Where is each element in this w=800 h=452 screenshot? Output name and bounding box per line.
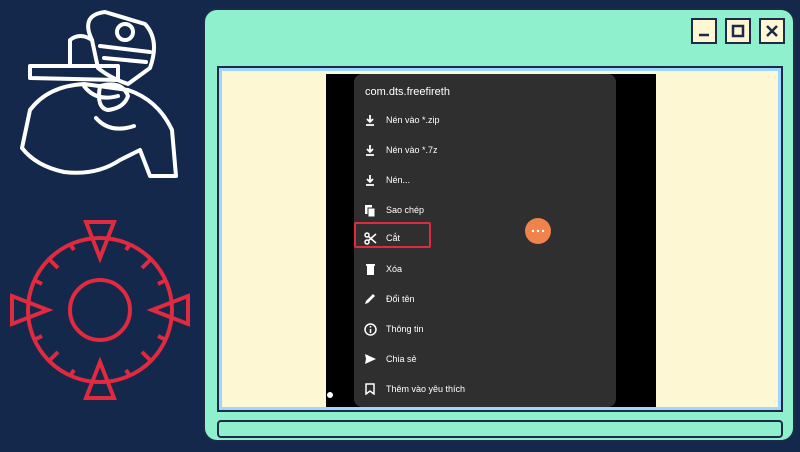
menu-item-compress-zip[interactable]: Nén vào *.zip [354, 106, 616, 134]
status-bar [217, 420, 783, 438]
close-button[interactable] [759, 18, 785, 44]
menu-item-label: Nén... [386, 175, 411, 185]
download-icon [366, 115, 374, 126]
menu-item-share[interactable]: Chia sẻ [354, 345, 616, 373]
video-player[interactable]: com.dts.freefireth Nén vào *.zip Nén vào… [326, 74, 656, 407]
content-frame: com.dts.freefireth Nén vào *.zip Nén vào… [217, 66, 783, 412]
menu-item-label: Sao chép [386, 205, 425, 215]
minimize-button[interactable] [691, 18, 717, 44]
menu-item-label: Nén vào *.zip [386, 115, 440, 125]
menu-item-delete[interactable]: Xóa [354, 255, 616, 283]
left-decoration [0, 0, 200, 447]
copy-icon [365, 204, 376, 217]
menu-item-label: Thêm vào yêu thích [386, 384, 466, 394]
menu-item-label: Thông tin [386, 324, 424, 334]
download-icon [366, 175, 374, 186]
highlight-box [354, 222, 431, 248]
menu-item-label: Xóa [386, 264, 403, 274]
menu-item-add-favorite[interactable]: Thêm vào yêu thích [354, 375, 616, 403]
maximize-icon [731, 24, 745, 38]
menu-item-label: Nén vào *.7z [386, 145, 438, 155]
menu-item-compress-7z[interactable]: Nén vào *.7z [354, 136, 616, 164]
trash-icon [365, 264, 375, 275]
send-icon [364, 354, 376, 364]
content-area: com.dts.freefireth Nén vào *.zip Nén vào… [222, 71, 778, 407]
bookmark-icon [365, 383, 375, 395]
menu-item-label: Đổi tên [386, 294, 415, 304]
menu-item-copy[interactable]: Sao chép [354, 196, 616, 224]
minimize-icon [699, 33, 709, 37]
info-icon [363, 322, 377, 336]
pencil-icon [365, 294, 375, 304]
maximize-button[interactable] [725, 18, 751, 44]
close-icon [766, 25, 778, 37]
menu-item-info[interactable]: Thông tin [354, 315, 616, 343]
paintball-player-icon [20, 10, 178, 178]
download-icon [366, 145, 374, 156]
context-menu: com.dts.freefireth Nén vào *.zip Nén vào… [354, 74, 616, 407]
dots-icon [531, 229, 545, 233]
app-window: com.dts.freefireth Nén vào *.zip Nén vào… [203, 8, 795, 442]
menu-item-label: Chia sẻ [386, 354, 417, 364]
touch-indicator [525, 218, 551, 244]
window-controls [691, 18, 785, 44]
menu-title: com.dts.freefireth [365, 86, 450, 98]
menu-item-rename[interactable]: Đổi tên [354, 285, 616, 313]
menu-item-compress[interactable]: Nén... [354, 166, 616, 194]
progress-dot[interactable] [327, 392, 333, 398]
